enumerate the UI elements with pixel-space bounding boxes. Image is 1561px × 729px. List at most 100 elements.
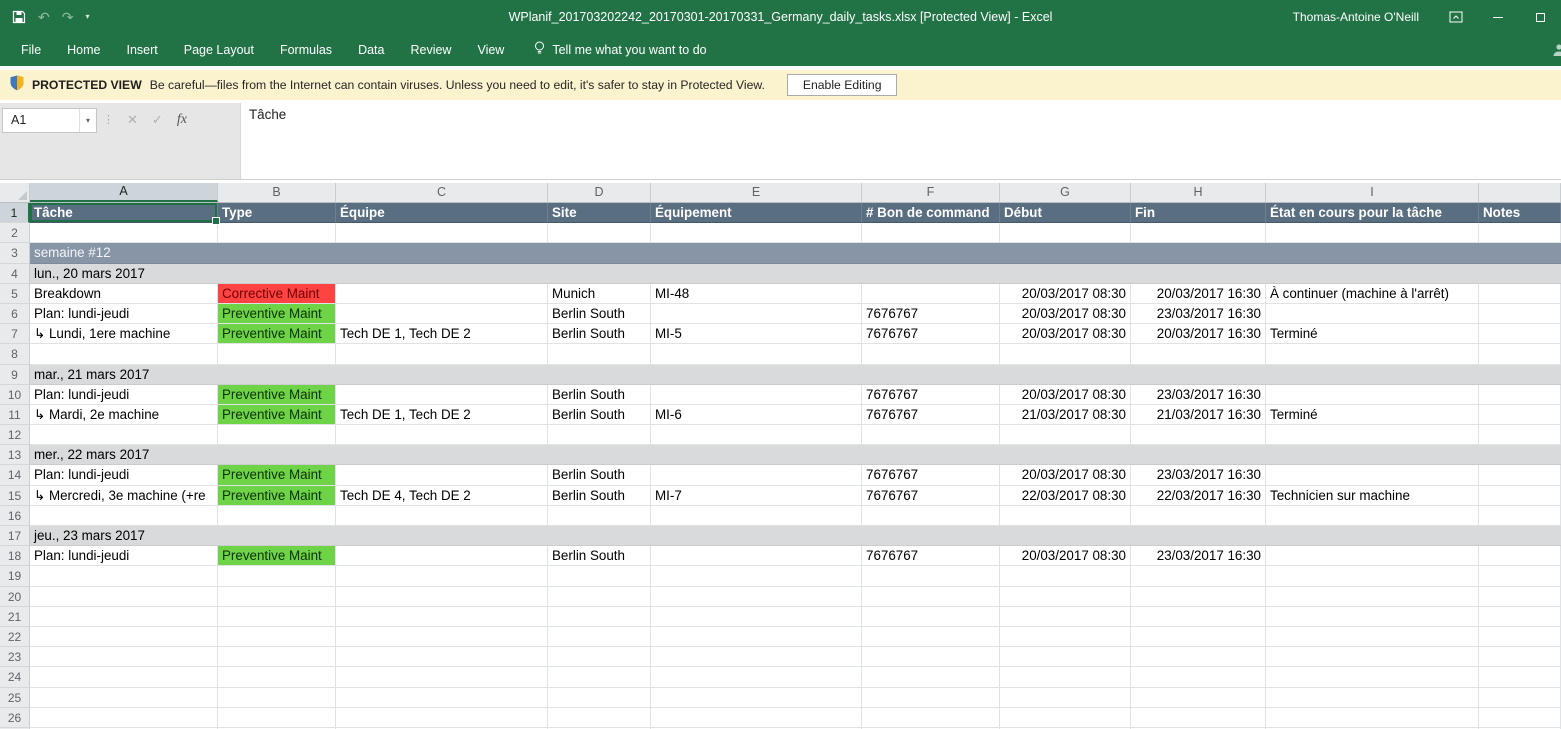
cell-B20[interactable] bbox=[218, 587, 336, 607]
cell-I21[interactable] bbox=[1266, 607, 1479, 627]
cell-I24[interactable] bbox=[1266, 667, 1479, 687]
cell-G26[interactable] bbox=[1000, 708, 1131, 728]
cell-C1[interactable]: Équipe bbox=[336, 203, 548, 223]
cell-A12[interactable] bbox=[30, 425, 218, 445]
row-number-13[interactable]: 13 bbox=[0, 445, 30, 465]
cell-E22[interactable] bbox=[651, 627, 862, 647]
cell-B2[interactable] bbox=[218, 223, 336, 243]
cell-C15[interactable]: Tech DE 4, Tech DE 2 bbox=[336, 486, 548, 506]
cell-H5[interactable]: 20/03/2017 16:30 bbox=[1131, 284, 1266, 304]
cell-J11[interactable] bbox=[1479, 405, 1561, 425]
week-label-row-3[interactable]: semaine #12 bbox=[30, 243, 1561, 263]
cell-C23[interactable] bbox=[336, 647, 548, 667]
cell-E21[interactable] bbox=[651, 607, 862, 627]
cell-G22[interactable] bbox=[1000, 627, 1131, 647]
cell-A16[interactable] bbox=[30, 506, 218, 526]
cell-F23[interactable] bbox=[862, 647, 1000, 667]
cell-A15[interactable]: ↳ Mercredi, 3e machine (+re bbox=[30, 486, 218, 506]
cell-B18[interactable]: Preventive Maint bbox=[218, 546, 336, 566]
name-box[interactable]: A1 bbox=[3, 109, 79, 132]
ribbon-tab-review[interactable]: Review bbox=[397, 35, 464, 65]
cell-I18[interactable] bbox=[1266, 546, 1479, 566]
cell-F14[interactable]: 7676767 bbox=[862, 465, 1000, 485]
cell-H2[interactable] bbox=[1131, 223, 1266, 243]
cell-H19[interactable] bbox=[1131, 566, 1266, 586]
cell-A19[interactable] bbox=[30, 566, 218, 586]
row-number-3[interactable]: 3 bbox=[0, 243, 30, 263]
cell-D5[interactable]: Munich bbox=[548, 284, 651, 304]
cell-E18[interactable] bbox=[651, 546, 862, 566]
cell-C14[interactable] bbox=[336, 465, 548, 485]
column-header-partial[interactable] bbox=[1479, 183, 1561, 202]
row-number-12[interactable]: 12 bbox=[0, 425, 30, 445]
cell-D24[interactable] bbox=[548, 667, 651, 687]
cell-D15[interactable]: Berlin South bbox=[548, 486, 651, 506]
customize-qat-icon[interactable]: ▾ bbox=[85, 13, 89, 21]
cell-E8[interactable] bbox=[651, 344, 862, 364]
cell-G16[interactable] bbox=[1000, 506, 1131, 526]
cell-B22[interactable] bbox=[218, 627, 336, 647]
cell-F16[interactable] bbox=[862, 506, 1000, 526]
cell-A20[interactable] bbox=[30, 587, 218, 607]
share-icon[interactable] bbox=[1552, 43, 1561, 62]
ribbon-tab-insert[interactable]: Insert bbox=[114, 35, 171, 65]
row-number-4[interactable]: 4 bbox=[0, 264, 30, 284]
row-number-24[interactable]: 24 bbox=[0, 667, 30, 687]
cell-J1[interactable]: Notes bbox=[1479, 203, 1561, 223]
cell-E24[interactable] bbox=[651, 667, 862, 687]
cell-J22[interactable] bbox=[1479, 627, 1561, 647]
cell-G15[interactable]: 22/03/2017 08:30 bbox=[1000, 486, 1131, 506]
cell-F22[interactable] bbox=[862, 627, 1000, 647]
row-number-16[interactable]: 16 bbox=[0, 506, 30, 526]
ribbon-tab-home[interactable]: Home bbox=[54, 35, 113, 65]
cell-B24[interactable] bbox=[218, 667, 336, 687]
day-label-row-17[interactable]: jeu., 23 mars 2017 bbox=[30, 526, 1561, 546]
cell-B6[interactable]: Preventive Maint bbox=[218, 304, 336, 324]
row-number-11[interactable]: 11 bbox=[0, 405, 30, 425]
cell-G7[interactable]: 20/03/2017 08:30 bbox=[1000, 324, 1131, 344]
cell-H15[interactable]: 22/03/2017 16:30 bbox=[1131, 486, 1266, 506]
row-number-9[interactable]: 9 bbox=[0, 365, 30, 385]
cell-A11[interactable]: ↳ Mardi, 2e machine bbox=[30, 405, 218, 425]
cell-F8[interactable] bbox=[862, 344, 1000, 364]
cell-I26[interactable] bbox=[1266, 708, 1479, 728]
cell-J24[interactable] bbox=[1479, 667, 1561, 687]
enable-editing-button[interactable]: Enable Editing bbox=[787, 74, 898, 96]
cell-C24[interactable] bbox=[336, 667, 548, 687]
cell-I6[interactable] bbox=[1266, 304, 1479, 324]
cell-F19[interactable] bbox=[862, 566, 1000, 586]
column-header-B[interactable]: B bbox=[218, 183, 336, 202]
cell-H12[interactable] bbox=[1131, 425, 1266, 445]
row-number-25[interactable]: 25 bbox=[0, 688, 30, 708]
cell-C26[interactable] bbox=[336, 708, 548, 728]
cell-E2[interactable] bbox=[651, 223, 862, 243]
cell-A23[interactable] bbox=[30, 647, 218, 667]
row-number-15[interactable]: 15 bbox=[0, 486, 30, 506]
cell-C2[interactable] bbox=[336, 223, 548, 243]
cell-G1[interactable]: Début bbox=[1000, 203, 1131, 223]
cell-D7[interactable]: Berlin South bbox=[548, 324, 651, 344]
cell-H14[interactable]: 23/03/2017 16:30 bbox=[1131, 465, 1266, 485]
cell-B1[interactable]: Type bbox=[218, 203, 336, 223]
cell-E12[interactable] bbox=[651, 425, 862, 445]
row-number-21[interactable]: 21 bbox=[0, 607, 30, 627]
cell-A26[interactable] bbox=[30, 708, 218, 728]
cell-I16[interactable] bbox=[1266, 506, 1479, 526]
redo-icon[interactable]: ↷ bbox=[62, 10, 74, 24]
column-header-E[interactable]: E bbox=[651, 183, 862, 202]
row-number-14[interactable]: 14 bbox=[0, 465, 30, 485]
row-number-1[interactable]: 1 bbox=[0, 203, 30, 223]
cell-A8[interactable] bbox=[30, 344, 218, 364]
cell-I12[interactable] bbox=[1266, 425, 1479, 445]
cell-C5[interactable] bbox=[336, 284, 548, 304]
cell-J20[interactable] bbox=[1479, 587, 1561, 607]
cell-B12[interactable] bbox=[218, 425, 336, 445]
row-number-19[interactable]: 19 bbox=[0, 566, 30, 586]
cell-D19[interactable] bbox=[548, 566, 651, 586]
select-all-corner[interactable] bbox=[0, 183, 30, 202]
cell-E5[interactable]: MI-48 bbox=[651, 284, 862, 304]
cell-A22[interactable] bbox=[30, 627, 218, 647]
cell-G20[interactable] bbox=[1000, 587, 1131, 607]
cell-A2[interactable] bbox=[30, 223, 218, 243]
cell-A25[interactable] bbox=[30, 688, 218, 708]
